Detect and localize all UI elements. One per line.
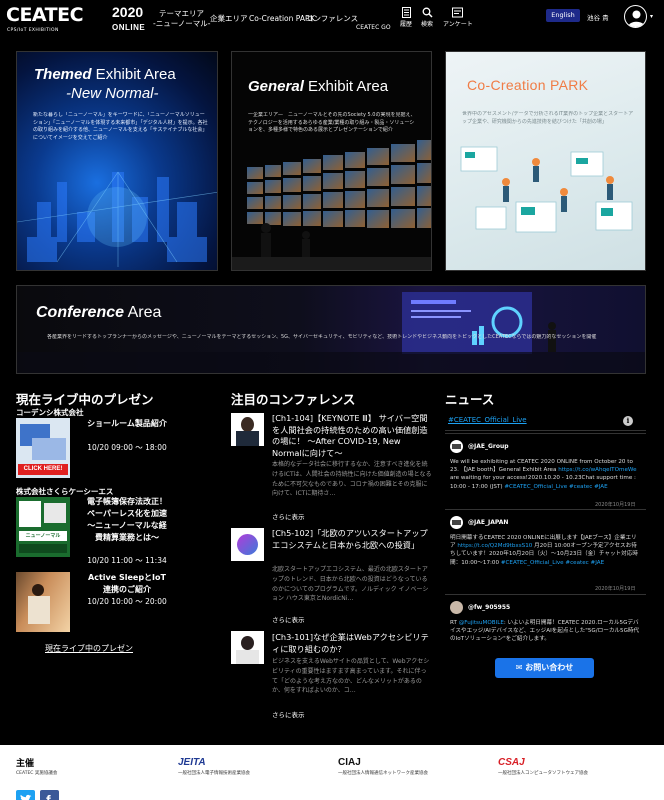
conference-speaker-photo[interactable]	[231, 528, 264, 561]
themed-subtitle: -New Normal-	[66, 85, 159, 102]
general-title: General Exhibit Area	[248, 78, 389, 95]
live-thumb[interactable]: CLICK HERE!	[16, 418, 70, 478]
footer-org-name: CEATEC 実施協議会	[16, 771, 58, 776]
news-feed-link[interactable]: #CEATEC_Official_Live	[448, 416, 527, 424]
tile-themed-exhibit-area[interactable]: Themed Exhibit Area -New Normal- 新たな暮らし「…	[16, 51, 218, 271]
logo-subtitle: CPS/IoT EXHIBITION	[7, 28, 59, 33]
themed-description: 新たな暮らし「ニューノーマル」をキーワードに、「ニューノーマルソリューション」「…	[33, 112, 208, 141]
live-more-link[interactable]: 現在ライブ中のプレゼン	[45, 643, 133, 654]
user-name: 池谷 貴	[587, 14, 609, 22]
tweet-avatar	[450, 516, 463, 529]
tweet-avatar	[450, 601, 463, 614]
tweet-text: RT @FujitsuMOBILE: いよいよ明日開幕！CEATEC 2020.…	[450, 620, 640, 643]
tweet[interactable]: @JAE_Group We will be exhibiting at CEAT…	[445, 433, 646, 509]
survey-icon	[452, 7, 464, 18]
live-time: 10/20 10:00 ～ 20:00	[87, 597, 167, 606]
nav-search-label: 検索	[421, 21, 434, 28]
conference-more-link[interactable]: さらに表示	[272, 614, 305, 624]
logo-year: 2020 ONLINE	[112, 4, 146, 32]
user-avatar-icon[interactable]	[624, 5, 647, 28]
tweet-user[interactable]: @fw_905955	[468, 604, 510, 611]
conference-heading: 注目のコンファレンス	[231, 392, 356, 407]
live-time: 10/20 11:00 ～ 11:34	[87, 556, 167, 565]
nav-theme-line2: -ニューノーマル-	[153, 19, 211, 28]
info-icon[interactable]: i	[623, 416, 633, 426]
conference-title[interactable]: [Ch5-102]「北欧のアツいスタートアップエコシステムと日本から北欧への投資…	[272, 528, 430, 563]
tweet-user[interactable]: @JAE_JAPAN	[468, 519, 508, 526]
conference-desc: ビジネスを支えるWebサイトの品質として、Webアクセシビリティの重要性はますま…	[272, 658, 430, 695]
inquiry-button[interactable]: ✉ お問い合わせ	[495, 658, 594, 678]
csaj-logo[interactable]: CSAJ	[498, 757, 525, 768]
footer-organizer-heading: 主催	[16, 759, 35, 769]
nav-conference[interactable]: コンファレンス	[306, 14, 358, 24]
tile-cocreation-park[interactable]: Co-Creation PARK 世界中のアセスメント/データで分析されるIT業…	[445, 51, 646, 271]
twitter-icon[interactable]	[16, 790, 35, 800]
thumb-caption: CLICK HERE!	[18, 464, 68, 475]
footer-org-name: 一般社団法人情報通信ネットワーク産業協会	[338, 771, 428, 776]
footer-org-name: 一般社団法人コンピュータソフトウェア協会	[498, 771, 588, 776]
live-company: コーデンシ株式会社	[16, 408, 84, 417]
chevron-down-icon[interactable]: ▾	[650, 13, 653, 20]
tweet-avatar	[450, 440, 463, 453]
language-english-button[interactable]: English	[546, 9, 580, 22]
site-footer: 主催 CEATEC 実施協議会 JEITA 一般社団法人電子情報技術産業協会 C…	[0, 745, 664, 800]
tweet[interactable]: @JAE_JAPAN 明日開幕するCEATEC 2020 ONLINEに出展しま…	[445, 509, 646, 594]
nav-theme-line1: テーマエリア	[159, 9, 204, 18]
themed-title: Themed Exhibit Area	[34, 66, 176, 83]
live-time: 10/20 09:00 ～ 18:00	[87, 443, 167, 452]
nav-ceatec-go[interactable]: CEATEC GO	[356, 24, 391, 31]
news-heading: ニュース	[445, 392, 495, 407]
conference-desc: 本格的なデータ社会に移行するなか、注意すべき進化を続けるICTは、人間社会の持続…	[272, 461, 432, 498]
nav-theme-area[interactable]: テーマエリア -ニューノーマル-	[153, 9, 210, 29]
conference-description: 各産業界をリードするトップランナーからのメッセージや、ニューノーマルをテーマとす…	[47, 334, 597, 340]
live-thumb[interactable]: ニューノーマル	[16, 497, 70, 557]
tweet-text: We will be exhibiting at CEATEC 2020 ONL…	[450, 459, 637, 490]
live-thumb[interactable]	[16, 572, 70, 632]
tweet-date: 2020年10月19日	[595, 586, 636, 592]
live-heading: 現在ライブ中のプレゼン	[16, 392, 154, 407]
ciaj-logo[interactable]: CIAJ	[338, 757, 361, 768]
cocreation-description: 世界中のアセスメント/データで分析されるIT業界のトップ企業とスタートアップ企業…	[462, 111, 634, 125]
site-header: CEATEC 2020 ONLINE CPS/IoT EXHIBITION テーマ…	[0, 0, 664, 38]
conference-title[interactable]: [Ch1-104]【KEYNOTE Ⅲ】 サイバー空間を人間社会の持続性のための…	[272, 413, 430, 459]
nav-company-area[interactable]: 企業エリア	[210, 14, 248, 24]
live-title[interactable]: Active SleepとIoT連携のご紹介	[86, 572, 168, 596]
facebook-icon[interactable]: f	[40, 790, 59, 800]
tweet-user[interactable]: @JAE_Group	[468, 443, 509, 450]
conference-more-link[interactable]: さらに表示	[272, 709, 305, 719]
thumb-caption: ニューノーマル	[19, 531, 67, 541]
jeita-logo[interactable]: JEITA	[178, 757, 206, 768]
nav-search[interactable]: 検索	[421, 7, 433, 28]
conference-title: Conference Area	[36, 304, 162, 321]
ceatec-logo[interactable]: CEATEC 2020 ONLINE CPS/IoT EXHIBITION	[6, 4, 150, 34]
inquiry-button-label: お問い合わせ	[525, 663, 574, 672]
tweet[interactable]: @fw_905955 RT @FujitsuMOBILE: いよいよ明日開幕！C…	[445, 594, 646, 703]
cocreation-title: Co-Creation PARK	[467, 77, 589, 93]
conference-title[interactable]: [Ch3-101]なぜ企業はWebアクセシビリティに取り組むのか？	[272, 632, 430, 656]
conference-desc: 北欧スタートアップエコシステム、最近の北欧スタートアップのトレンド、日本から北欧…	[272, 566, 429, 603]
news-feed-header: #CEATEC_Official_Live i	[445, 411, 646, 431]
general-description: 一企業エリア— ニューノーマルとその先のSociety 5.0の実現を見据え、テ…	[248, 112, 416, 133]
tweet-date: 2020年10月19日	[595, 502, 636, 508]
live-title[interactable]: 電子帳簿保存法改正！ペーパーレス化を加速～ニューノーマルな経費精算業務とは～	[84, 496, 170, 544]
conference-speaker-photo[interactable]	[231, 631, 264, 664]
conference-more-link[interactable]: さらに表示	[272, 511, 305, 521]
page: { "header": { "logo_text": "CEATEC", "lo…	[0, 0, 664, 800]
logo-text: CEATEC	[6, 4, 84, 26]
tweet-text: 明日開幕するCEATEC 2020 ONLINEに出展します【JAEブース】企業…	[450, 535, 638, 566]
conference-stage-illustration	[17, 292, 645, 373]
nav-survey-label: アンケート	[443, 21, 473, 28]
nav-survey[interactable]: アンケート	[443, 7, 473, 28]
live-title[interactable]: ショールーム製品紹介	[86, 418, 168, 430]
conference-speaker-photo[interactable]	[231, 413, 264, 446]
tile-conference-area[interactable]: Conference Area 各産業界をリードするトップランナーからのメッセー…	[16, 285, 646, 374]
search-icon	[422, 7, 433, 18]
nav-history[interactable]: 履歴	[400, 7, 412, 28]
nav-history-label: 履歴	[400, 21, 413, 28]
footer-org-name: 一般社団法人電子情報技術産業協会	[178, 771, 250, 776]
tile-general-exhibit-area[interactable]: General Exhibit Area 一企業エリア— ニューノーマルとその先…	[231, 51, 432, 271]
history-icon	[401, 7, 411, 18]
